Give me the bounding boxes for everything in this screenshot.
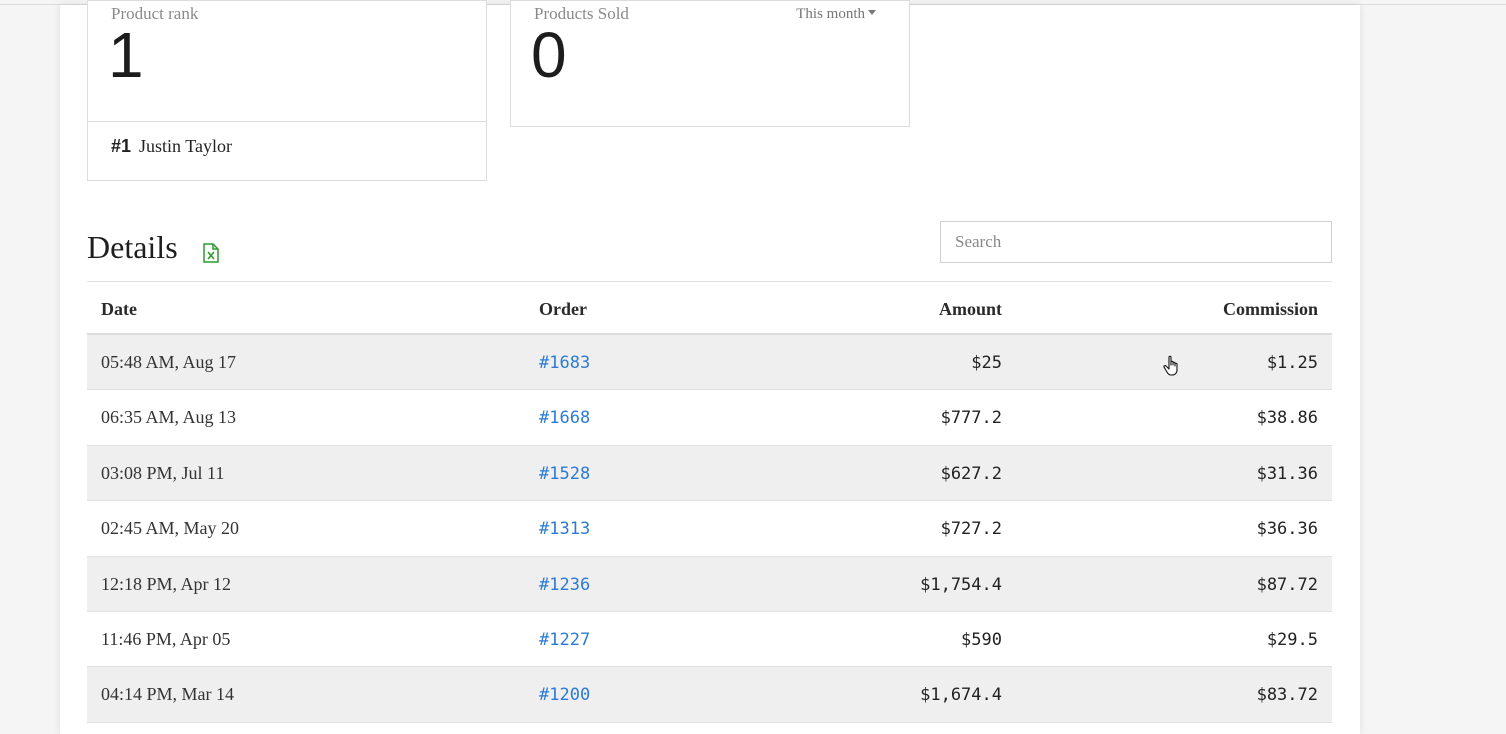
search-input[interactable] (940, 221, 1332, 263)
row-commission: $38.86 (1256, 408, 1318, 429)
rank-leader-position: #1 (111, 136, 132, 156)
row-commission: $29.5 (1266, 629, 1318, 650)
column-header-commission[interactable]: Commission (1223, 299, 1318, 320)
rank-leader-row: #1 Justin Taylor (111, 136, 232, 157)
table-row: 03:08 PM, Jul 11 #1528 $627.2 $31.36 (87, 445, 1332, 502)
row-order-link[interactable]: #1313 (539, 519, 590, 539)
column-header-order[interactable]: Order (539, 299, 587, 320)
rank-leader-name: Justin Taylor (139, 136, 232, 156)
row-order-link[interactable]: #1668 (539, 408, 590, 428)
period-dropdown-label: This month (796, 6, 865, 22)
row-order-link[interactable]: #1200 (539, 685, 590, 705)
table-row: 02:45 AM, May 20 #1313 $727.2 $36.36 (87, 501, 1332, 557)
row-amount: $25 (971, 353, 1002, 373)
card-divider (88, 121, 486, 122)
table-row: 11:46 PM, Apr 05 #1227 $590 $29.5 (87, 612, 1332, 668)
column-header-amount[interactable]: Amount (939, 299, 1002, 320)
product-rank-value: 1 (108, 19, 144, 91)
table-row: 04:14 PM, Mar 14 #1200 $1,674.4 $83.72 (87, 667, 1332, 723)
product-rank-card: Product rank 1 #1 Justin Taylor (87, 0, 487, 181)
row-date: 04:14 PM, Mar 14 (101, 684, 235, 705)
table-row: 05:48 AM, Aug 17 #1683 $25 $1.25 (87, 335, 1332, 391)
excel-export-icon[interactable] (202, 243, 220, 263)
row-amount: $777.2 (940, 408, 1002, 429)
products-sold-card: Products Sold This month 0 (510, 0, 910, 127)
row-commission: $1.25 (1266, 353, 1318, 373)
row-date: 05:48 AM, Aug 17 (101, 352, 237, 372)
table-row: 12:18 PM, Apr 12 #1236 $1,754.4 $87.72 (87, 556, 1332, 612)
products-sold-value: 0 (531, 19, 567, 91)
row-order-link[interactable]: #1236 (539, 575, 590, 595)
row-date: 06:35 AM, Aug 13 (101, 407, 237, 428)
details-title: Details (87, 229, 178, 265)
row-amount: $1,674.4 (920, 685, 1002, 706)
row-amount: $627.2 (940, 463, 1002, 484)
row-amount: $590 (961, 629, 1002, 650)
row-date: 11:46 PM, Apr 05 (101, 628, 231, 649)
details-table: Date Order Amount Commission 05:48 AM, A… (87, 281, 1332, 723)
row-order-link[interactable]: #1528 (539, 464, 590, 484)
row-commission: $36.36 (1256, 519, 1318, 540)
column-header-date[interactable]: Date (101, 299, 137, 320)
row-date: 02:45 AM, May 20 (101, 518, 240, 539)
row-amount: $727.2 (940, 519, 1002, 540)
row-date: 12:18 PM, Apr 12 (101, 573, 232, 594)
row-amount: $1,754.4 (920, 574, 1002, 595)
row-order-link[interactable]: #1683 (539, 353, 590, 373)
period-dropdown[interactable]: This month (796, 6, 876, 23)
row-commission: $87.72 (1256, 574, 1318, 595)
row-commission: $31.36 (1256, 463, 1318, 484)
table-row: 06:35 AM, Aug 13 #1668 $777.2 $38.86 (87, 390, 1332, 446)
row-commission: $83.72 (1256, 685, 1318, 706)
hand-pointer-icon (1163, 355, 1178, 376)
caret-down-icon (868, 10, 876, 15)
row-order-link[interactable]: #1227 (539, 630, 590, 650)
row-date: 03:08 PM, Jul 11 (101, 462, 225, 483)
table-header: Date Order Amount Commission (87, 281, 1332, 335)
